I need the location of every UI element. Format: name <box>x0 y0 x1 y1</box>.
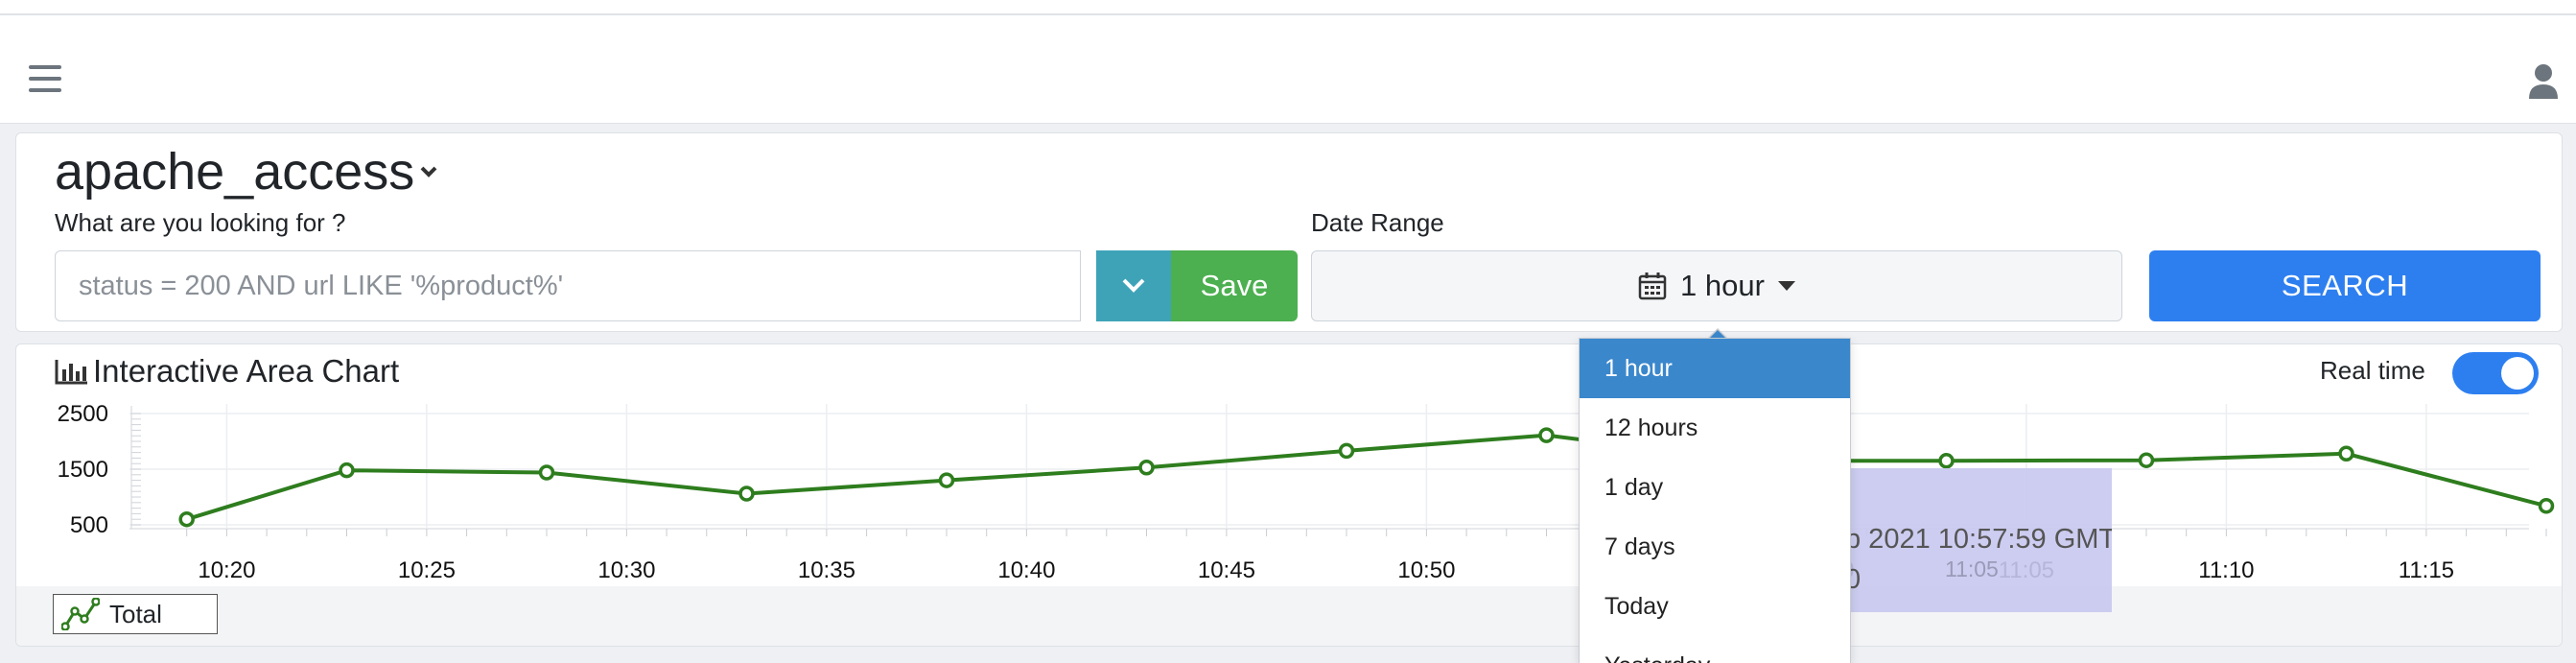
legend-bar: Total <box>16 586 2562 646</box>
date-option-today[interactable]: Today <box>1580 577 1850 636</box>
query-label: What are you looking for ? <box>55 208 346 237</box>
data-point <box>339 462 355 479</box>
data-point <box>938 472 955 488</box>
x-tick-label: 10:35 <box>798 557 855 583</box>
index-title: apache_access <box>55 143 415 201</box>
data-point <box>2338 445 2354 462</box>
search-query-input[interactable] <box>56 251 1080 320</box>
data-point <box>538 464 555 481</box>
date-option-1-day[interactable]: 1 day <box>1580 458 1850 517</box>
date-option-7-days[interactable]: 7 days <box>1580 517 1850 577</box>
x-tick-label: 10:30 <box>597 557 655 583</box>
data-point <box>2538 498 2555 514</box>
hamburger-icon[interactable] <box>29 65 61 96</box>
line-chart[interactable]: 500 1500 2500 10:20 10:25 10:30 10:35 10:40 10:4… <box>16 344 2562 586</box>
chevron-down-icon <box>1122 278 1145 293</box>
date-range-label: Date Range <box>1311 208 1444 237</box>
caret-down-icon <box>1777 281 1795 291</box>
data-point <box>1938 453 1955 469</box>
x-tick-label: 10:50 <box>1397 557 1455 583</box>
data-point <box>1538 427 1555 443</box>
tooltip-timestamp: p 2021 10:57:59 GMT <box>1849 524 2112 555</box>
series-line-icon <box>61 598 100 630</box>
date-option-yesterday[interactable]: Yesterday <box>1580 636 1850 663</box>
legend-label: Total <box>109 599 162 628</box>
user-icon[interactable] <box>2528 63 2559 100</box>
x-tick-label: 10:25 <box>398 557 456 583</box>
date-range-menu: 1 hour12 hours1 day7 daysTodayYesterday <box>1579 338 1851 663</box>
navbar <box>0 15 2576 124</box>
legend-item-total[interactable]: Total <box>53 594 218 634</box>
search-button[interactable]: SEARCH <box>2149 250 2541 321</box>
x-tick-label: 11:15 <box>2399 557 2454 583</box>
chevron-down-icon[interactable] <box>417 162 440 181</box>
date-option-1-hour[interactable]: 1 hour <box>1580 339 1850 398</box>
date-option-12-hours[interactable]: 12 hours <box>1580 398 1850 458</box>
data-point <box>178 510 195 528</box>
data-point <box>1338 442 1355 460</box>
y-tick-label: 2500 <box>58 401 108 427</box>
date-range-value: 1 hour <box>1680 269 1765 302</box>
save-query-button[interactable]: Save <box>1171 250 1298 321</box>
top-strip <box>0 0 2576 15</box>
date-range-button[interactable]: 1 hour <box>1311 250 2122 321</box>
query-history-dropdown-button[interactable] <box>1096 250 1171 321</box>
search-panel: apache_access What are you looking for ?… <box>15 132 2563 332</box>
x-tick-label: 10:20 <box>198 557 255 583</box>
calendar-icon <box>1638 272 1667 300</box>
tooltip-axis-tick: 11:05 <box>1945 556 1999 581</box>
x-tick-label: 10:45 <box>1198 557 1255 583</box>
chart-panel: Interactive Area Chart Real time 500 1500… <box>15 343 2563 647</box>
chart-tooltip: 11:05 p 2021 10:57:59 GMT 0 <box>1849 468 2112 612</box>
x-tick-label: 10:40 <box>997 557 1055 583</box>
x-tick-label: 11:10 <box>2198 557 2254 583</box>
query-field-wrapper <box>55 250 1081 321</box>
data-point <box>2138 452 2155 468</box>
y-tick-label: 500 <box>70 512 108 538</box>
y-tick-label: 1500 <box>58 457 108 483</box>
data-point <box>738 485 755 502</box>
data-point <box>1138 460 1155 476</box>
